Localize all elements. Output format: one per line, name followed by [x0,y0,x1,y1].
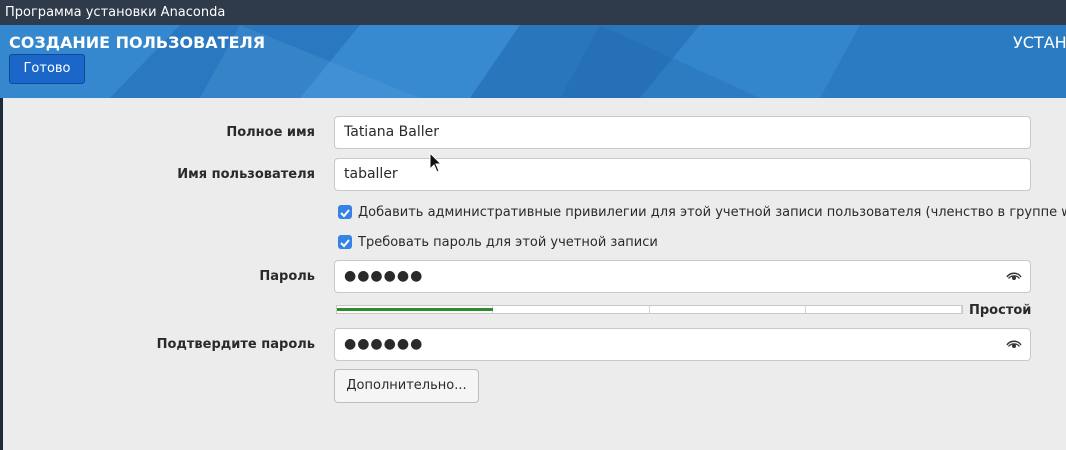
password-strength-fill [337,308,494,311]
admin-privileges-checkbox[interactable] [338,205,352,219]
confirm-password-input[interactable]: ●●●●●● [334,328,1031,361]
window-title-bar: Программа установки Anaconda [0,0,1066,25]
require-password-label: Требовать пароль для этой учетной записи [358,234,658,250]
checkmark-icon [340,239,350,248]
admin-privileges-row[interactable]: Добавить административные привилегии для… [338,203,1066,221]
mouse-cursor-icon [429,152,443,173]
confirm-password-label: Подтвердите пароль [156,337,315,352]
require-password-row[interactable]: Требовать пароль для этой учетной записи [338,233,658,251]
password-value: ●●●●●● [344,268,424,284]
advanced-button[interactable]: Дополнительно... [334,369,479,403]
admin-privileges-label: Добавить административные привилегии для… [358,204,1066,220]
window-title: Программа установки Anaconda [5,5,226,20]
full-name-value: Tatiana Baller [344,124,440,140]
password-strength-label: Простой [969,303,1032,318]
checkmark-icon [340,209,350,218]
page-title: СОЗДАНИЕ ПОЛЬЗОВАТЕЛЯ [9,33,266,52]
password-input[interactable]: ●●●●●● [334,260,1031,293]
full-name-label: Полное имя [226,125,315,140]
full-name-input[interactable]: Tatiana Baller [334,116,1031,149]
confirm-password-value: ●●●●●● [344,336,424,352]
window-left-border [0,98,3,450]
eye-icon[interactable] [1006,337,1022,353]
installer-header: СОЗДАНИЕ ПОЛЬЗОВАТЕЛЯ УСТАН Готово [0,25,1066,98]
password-strength-meter [336,305,963,314]
require-password-checkbox[interactable] [338,235,352,249]
done-button[interactable]: Готово [9,54,85,84]
username-label: Имя пользователя [177,167,315,182]
username-value: taballer [344,166,398,182]
eye-icon[interactable] [1006,269,1022,285]
installer-title: УСТАН [1013,33,1066,52]
password-label: Пароль [259,269,315,284]
